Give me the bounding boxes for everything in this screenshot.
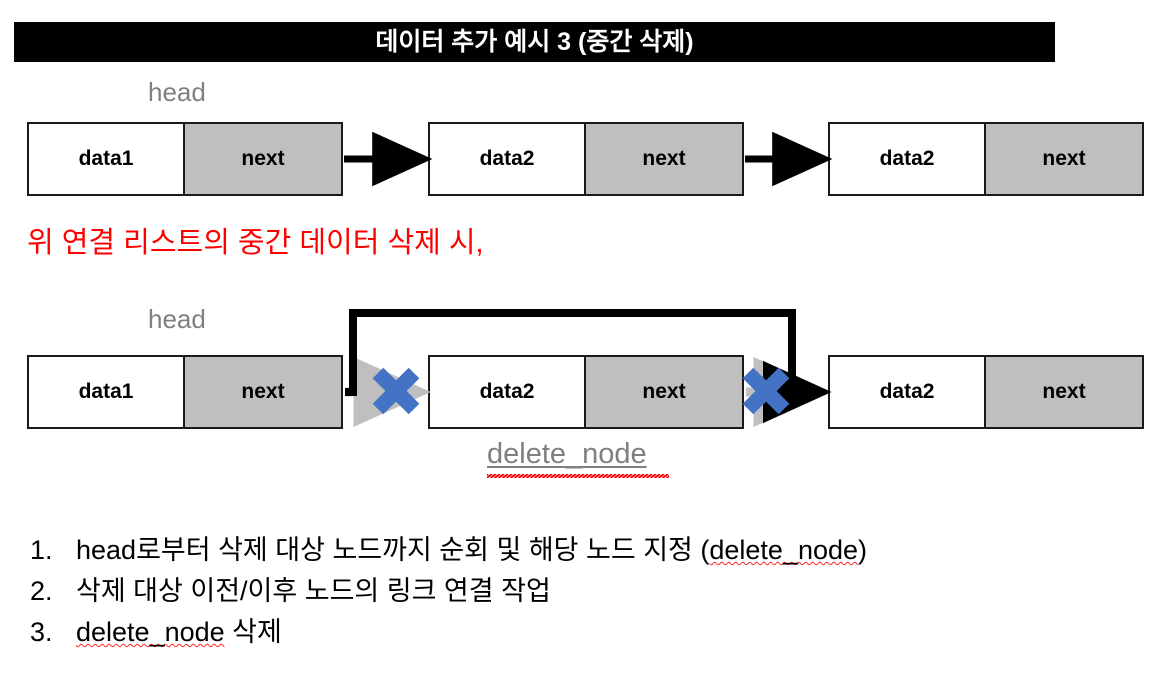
delete-node-label: delete_node — [487, 438, 647, 470]
node-before-3: data2 next — [828, 122, 1144, 196]
slide-canvas: 데이터 추가 예시 3 (중간 삭제) head data1 next data… — [0, 0, 1171, 681]
head-label-after: head — [148, 304, 206, 334]
spellcheck-squiggle-delete-node — [487, 474, 669, 478]
node-before-2-data: data2 — [430, 124, 586, 194]
node-after-1-data: data1 — [29, 357, 185, 427]
step-2-prefix: 삭제 대상 이전/이후 노드의 링크 연결 작업 — [76, 576, 551, 606]
node-before-2-next: next — [586, 124, 742, 194]
node-after-1-next: next — [185, 357, 341, 427]
node-after-2-next: next — [586, 357, 742, 427]
step-text-1: head로부터 삭제 대상 노드까지 순회 및 해당 노드 지정 (delete… — [76, 530, 867, 571]
step-3-misspelled-term: delete_node — [76, 617, 225, 647]
step-item-1: 1. head로부터 삭제 대상 노드까지 순회 및 해당 노드 지정 (del… — [30, 530, 1160, 571]
head-label-before: head — [148, 77, 206, 107]
steps-list: 1. head로부터 삭제 대상 노드까지 순회 및 해당 노드 지정 (del… — [30, 530, 1160, 653]
step-1-misspelled-term: delete_node — [709, 535, 859, 565]
node-after-3-next: next — [986, 357, 1142, 427]
node-after-2-delete-target: data2 next — [428, 355, 744, 429]
slide-title: 데이터 추가 예시 3 (중간 삭제) — [375, 27, 694, 56]
step-number-2: 2. — [30, 576, 53, 606]
step-text-3: delete_node 삭제 — [76, 612, 282, 653]
node-before-3-data: data2 — [830, 124, 986, 194]
step-1-prefix: head로부터 삭제 대상 노드까지 순회 및 해당 노드 지정 ( — [76, 535, 710, 565]
node-before-2: data2 next — [428, 122, 744, 196]
node-before-1-next: next — [185, 124, 341, 194]
step-item-3: 3. delete_node 삭제 — [30, 612, 1160, 653]
node-before-3-next: next — [986, 124, 1142, 194]
node-after-3-data: data2 — [830, 357, 986, 427]
node-after-2-data: data2 — [430, 357, 586, 427]
node-after-1: data1 next — [27, 355, 343, 429]
x-mark-icon-left — [372, 367, 420, 415]
slide-title-bar: 데이터 추가 예시 3 (중간 삭제) — [14, 22, 1055, 62]
step-number-1: 1. — [30, 535, 53, 565]
step-3-suffix: 삭제 — [224, 617, 282, 647]
step-1-suffix: ) — [858, 535, 868, 565]
red-caption: 위 연결 리스트의 중간 데이터 삭제 시, — [27, 227, 484, 259]
x-mark-icon-right — [742, 367, 790, 415]
node-before-1-data: data1 — [29, 124, 185, 194]
step-number-3: 3. — [30, 617, 53, 647]
step-text-2: 삭제 대상 이전/이후 노드의 링크 연결 작업 — [76, 571, 551, 612]
step-item-2: 2. 삭제 대상 이전/이후 노드의 링크 연결 작업 — [30, 571, 1160, 612]
node-after-3: data2 next — [828, 355, 1144, 429]
node-before-1: data1 next — [27, 122, 343, 196]
